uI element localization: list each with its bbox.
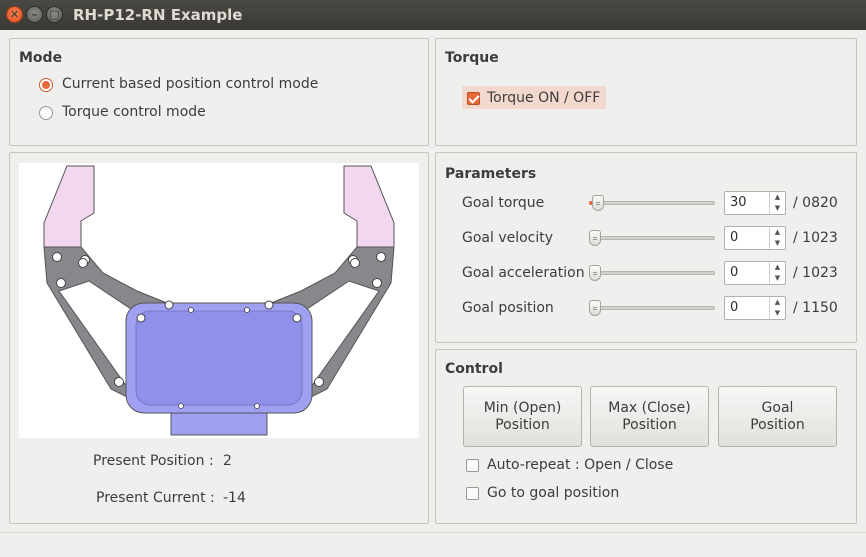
goal-torque-value[interactable]: 30 [730, 195, 747, 210]
control-title: Control [445, 361, 503, 377]
radio-torque-control[interactable] [39, 106, 53, 120]
goal-torque-label: Goal torque [462, 195, 545, 211]
present-position-value: 2 [223, 453, 232, 469]
goal-position-slider-handle[interactable] [589, 300, 601, 316]
torque-panel: Torque Torque ON / OFF [435, 38, 857, 146]
goal-torque-max: / 0820 [793, 195, 838, 211]
present-position-label: Present Position : [93, 453, 214, 469]
goal-velocity-slider-handle[interactable] [589, 230, 601, 246]
window-titlebar: ✕ – □ RH-P12-RN Example [0, 0, 866, 30]
goal-torque-slider-track[interactable] [589, 201, 715, 205]
maximize-icon: □ [49, 8, 60, 21]
control-panel: Control Min (Open) Position Max (Close) … [435, 349, 857, 524]
radio-current-based-position[interactable] [39, 78, 53, 92]
close-icon: ✕ [9, 8, 20, 21]
goal-position-value[interactable]: 0 [730, 300, 738, 315]
torque-checkbox-label[interactable]: Torque ON / OFF [487, 90, 600, 106]
window-minimize-button[interactable]: – [26, 6, 43, 23]
goal-acceleration-slider-track[interactable] [589, 271, 715, 275]
spin-up-icon[interactable]: ▲ [770, 262, 785, 273]
window-maximize-button[interactable]: □ [46, 6, 63, 23]
present-current-label: Present Current : [96, 490, 215, 506]
goal-position-spinbox[interactable]: 0 ▲ ▼ [724, 296, 786, 320]
left-finger [43, 165, 95, 248]
goal-velocity-value[interactable]: 0 [730, 230, 738, 245]
minimize-icon: – [31, 8, 38, 21]
spin-up-icon[interactable]: ▲ [770, 227, 785, 238]
parameters-title: Parameters [445, 166, 537, 182]
present-current-value: -14 [223, 490, 246, 506]
spin-up-icon[interactable]: ▲ [770, 192, 785, 203]
goal-velocity-max: / 1023 [793, 230, 838, 246]
mode-panel: Mode Current based position control mode… [9, 38, 429, 146]
torque-checkbox[interactable] [467, 92, 480, 105]
gripper-body-inner [135, 310, 303, 406]
spin-down-icon[interactable]: ▼ [770, 308, 785, 319]
max-close-position-button[interactable]: Max (Close) Position [590, 386, 709, 447]
spin-up-icon[interactable]: ▲ [770, 297, 785, 308]
status-bar [0, 532, 866, 557]
torque-title: Torque [445, 50, 499, 66]
radio-label-torque-control[interactable]: Torque control mode [62, 104, 206, 120]
go-to-goal-label[interactable]: Go to goal position [487, 485, 619, 501]
goal-acceleration-max: / 1023 [793, 265, 838, 281]
auto-repeat-label[interactable]: Auto-repeat : Open / Close [487, 457, 673, 473]
goal-velocity-spinbox[interactable]: 0 ▲ ▼ [724, 226, 786, 250]
gripper-panel: Present Position : 2 Present Current : -… [9, 152, 429, 524]
window-close-button[interactable]: ✕ [6, 6, 23, 23]
window-title: RH-P12-RN Example [73, 6, 243, 24]
go-to-goal-checkbox[interactable] [466, 487, 479, 500]
parameters-panel: Parameters Goal torque 30 ▲ ▼ / 0820 Goal… [435, 152, 857, 343]
goal-velocity-label: Goal velocity [462, 230, 554, 246]
gripper-image [19, 163, 419, 438]
auto-repeat-checkbox[interactable] [466, 459, 479, 472]
spin-down-icon[interactable]: ▼ [770, 273, 785, 284]
goal-acceleration-value[interactable]: 0 [730, 265, 738, 280]
goal-acceleration-spinbox[interactable]: 0 ▲ ▼ [724, 261, 786, 285]
radio-label-current-based-position[interactable]: Current based position control mode [62, 76, 318, 92]
goal-position-max: / 1150 [793, 300, 838, 316]
gripper-connector [170, 412, 268, 436]
min-open-position-button[interactable]: Min (Open) Position [463, 386, 582, 447]
right-finger [343, 165, 395, 248]
spin-down-icon[interactable]: ▼ [770, 238, 785, 249]
goal-torque-spinbox[interactable]: 30 ▲ ▼ [724, 191, 786, 215]
goal-position-button[interactable]: Goal Position [718, 386, 837, 447]
goal-velocity-slider-track[interactable] [589, 236, 715, 240]
mode-title: Mode [19, 50, 63, 66]
goal-position-label: Goal position [462, 300, 554, 316]
spin-down-icon[interactable]: ▼ [770, 203, 785, 214]
goal-acceleration-label: Goal acceleration [462, 265, 585, 281]
goal-position-slider-track[interactable] [589, 306, 715, 310]
goal-torque-slider-handle[interactable] [592, 195, 604, 211]
goal-acceleration-slider-handle[interactable] [589, 265, 601, 281]
